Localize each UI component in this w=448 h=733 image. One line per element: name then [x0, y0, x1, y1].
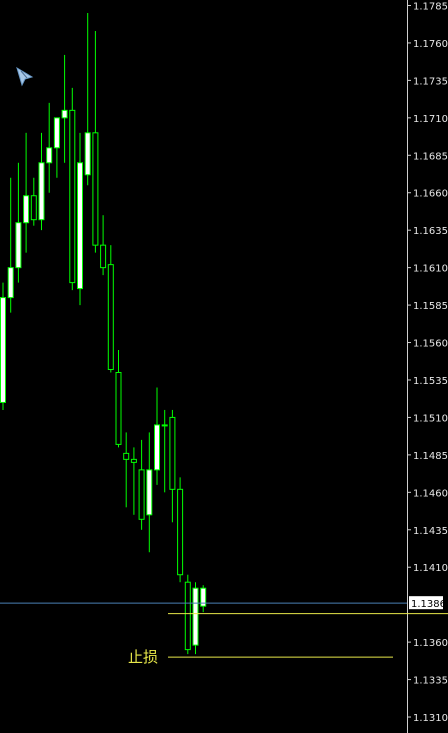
candle-body: [154, 424, 160, 471]
price-tick-label: 1.1760: [413, 39, 448, 50]
price-tick-label: 1.1610: [413, 264, 448, 275]
candle-body: [192, 587, 199, 646]
candle-body: [107, 264, 114, 370]
price-tick-label: 1.1535: [413, 376, 448, 387]
candle-body: [53, 117, 60, 149]
price-chart[interactable]: 1.1785 1.1760 1.1735 1.1710 1.1685 1.1660 1.16…: [0, 0, 448, 733]
price-tick-label: 1.1710: [413, 114, 448, 125]
candle-body: [123, 452, 130, 460]
stop-loss-label: 止损: [128, 648, 158, 666]
candle-body: [100, 244, 107, 269]
price-tick-label: 1.1635: [413, 226, 448, 237]
price-tick-label: 1.1585: [413, 301, 448, 312]
candle-body: [184, 581, 191, 651]
candle-body: [115, 371, 122, 445]
price-tick-label: 1.1435: [413, 526, 448, 537]
current-price-tag-text: 1.1386: [411, 599, 446, 610]
candle-body: [7, 267, 14, 299]
candle-body: [23, 195, 30, 224]
price-tick-label: 1.1560: [413, 339, 448, 350]
price-tick-label: 1.1660: [413, 189, 448, 200]
candle-body: [30, 195, 37, 221]
candle-body: [177, 488, 184, 576]
candle-body: [169, 416, 176, 490]
price-tick-label: 1.1460: [413, 488, 448, 499]
candle-body: [92, 132, 99, 246]
candle-body: [84, 132, 91, 176]
candle-body: [61, 109, 68, 119]
price-tick-label: 1.1510: [413, 413, 448, 424]
candle-body: [138, 469, 145, 520]
candle-body: [38, 162, 45, 221]
candle-body: [146, 469, 153, 516]
candle-body: [130, 458, 137, 463]
candle-body: [15, 222, 22, 269]
candle-body: [161, 424, 168, 427]
candle-body: [46, 147, 53, 164]
price-tick-label: 1.1785: [413, 1, 448, 12]
price-tick-label: 1.1485: [413, 451, 448, 462]
price-tick-label: 1.1735: [413, 76, 448, 87]
price-tick-label: 1.1360: [413, 638, 448, 649]
price-tick-label: 1.1310: [413, 713, 448, 724]
price-tick-label: 1.1410: [413, 563, 448, 574]
candle-body: [0, 297, 6, 403]
candle-body: [69, 109, 76, 284]
price-tick-label: 1.1335: [413, 676, 448, 687]
candle-body: [77, 162, 83, 290]
price-tick-label: 1.1685: [413, 151, 448, 162]
